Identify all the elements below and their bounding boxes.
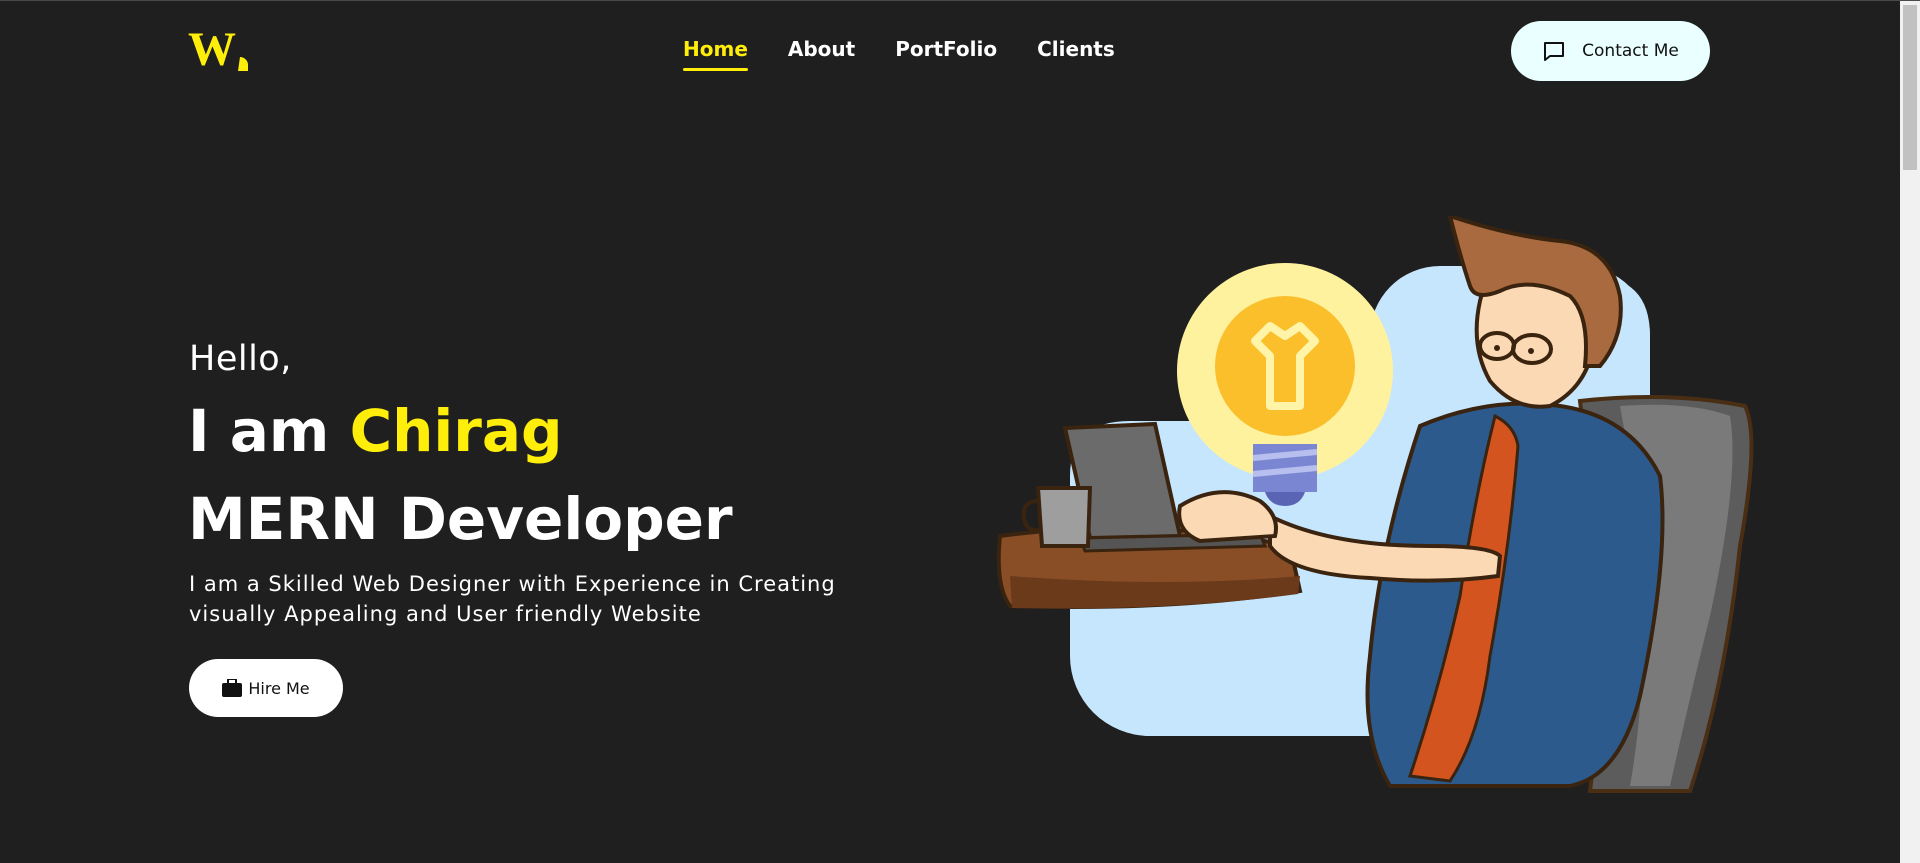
scrollbar-thumb[interactable]: [1903, 5, 1917, 170]
logo[interactable]: W: [188, 29, 252, 73]
developer-illustration: [996, 216, 1754, 793]
svg-text:W: W: [188, 29, 236, 73]
nav-home[interactable]: Home: [683, 37, 748, 71]
hire-me-button[interactable]: Hire Me: [189, 659, 343, 717]
contact-me-button[interactable]: Contact Me: [1511, 21, 1710, 81]
hire-me-label: Hire Me: [248, 678, 310, 698]
nav-portfolio[interactable]: PortFolio: [895, 37, 997, 71]
intro-heading: I am Chirag: [188, 397, 563, 465]
vertical-scrollbar[interactable]: [1900, 1, 1920, 863]
greeting: Hello,: [189, 339, 292, 379]
main-nav: Home About PortFolio Clients: [683, 37, 1115, 71]
intro-prefix: I am: [188, 397, 330, 465]
nav-clients[interactable]: Clients: [1037, 37, 1115, 71]
role-heading: MERN Developer: [188, 485, 733, 553]
briefcase-icon: [222, 679, 243, 697]
chat-bubble-icon: [1544, 42, 1565, 61]
nav-about[interactable]: About: [788, 37, 855, 71]
hero-description: I am a Skilled Web Designer with Experie…: [189, 572, 836, 626]
contact-me-label: Contact Me: [1582, 41, 1679, 61]
page: W Home About PortFolio Clients Contact M…: [0, 0, 1920, 863]
intro-name: Chirag: [349, 397, 563, 465]
